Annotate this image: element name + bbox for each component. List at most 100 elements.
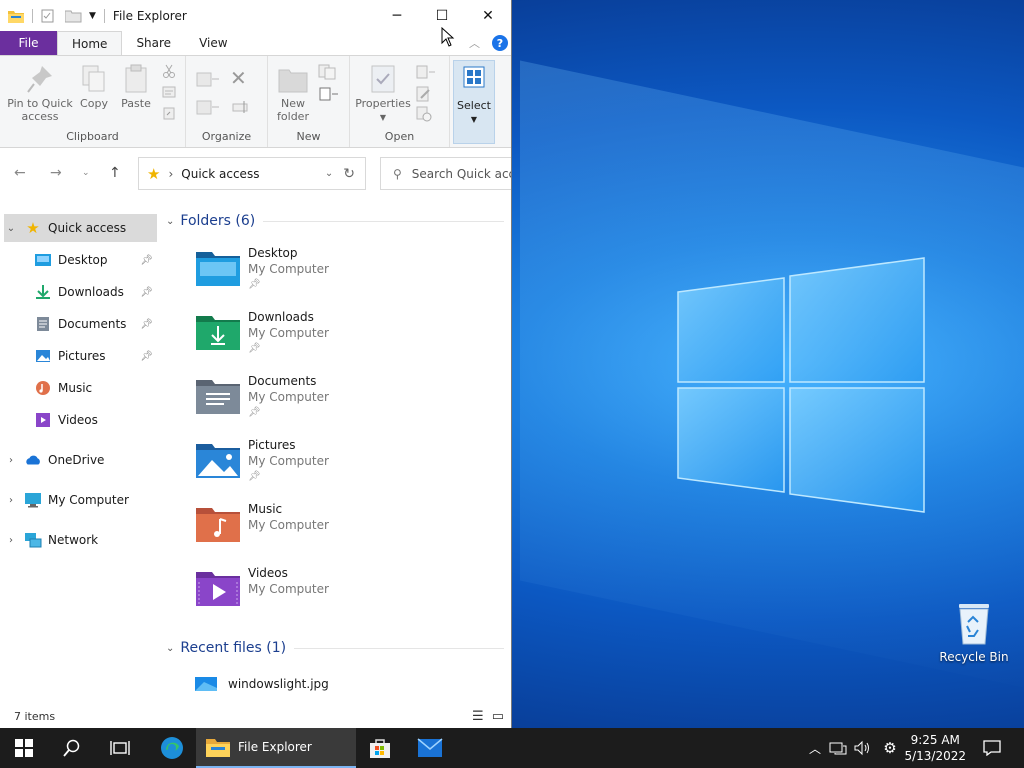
address-dropdown-chevron-icon[interactable]: ⌄ xyxy=(325,168,333,179)
volume-icon[interactable] xyxy=(850,728,874,768)
new-item-icon[interactable] xyxy=(318,64,342,80)
tab-file[interactable]: File xyxy=(0,31,57,55)
copy-label: Copy xyxy=(80,97,108,110)
sidebar-item-my-computer[interactable]: › My Computer xyxy=(4,486,157,514)
title-bar[interactable]: ▼ File Explorer ─ ☐ ✕ xyxy=(0,0,511,31)
edit-icon[interactable] xyxy=(416,86,432,102)
folders-section-header[interactable]: ⌄ Folders (6) xyxy=(166,210,504,232)
folder-tile-documents[interactable]: Documents My Computer 📌︎ xyxy=(196,374,436,430)
expand-chevron-icon[interactable]: › xyxy=(4,495,18,506)
clipboard-group-label: Clipboard xyxy=(66,130,119,143)
search-input[interactable]: Search Quick acc xyxy=(412,167,511,181)
collapse-chevron-icon[interactable]: ⌄ xyxy=(166,216,174,227)
copy-path-icon[interactable] xyxy=(162,86,176,98)
sidebar-item-documents[interactable]: Documents 📌︎ xyxy=(34,310,157,338)
new-folder-button[interactable]: New folder xyxy=(272,64,314,123)
recent-file-item[interactable]: windowslight.jpg xyxy=(194,676,329,692)
folder-tile-downloads[interactable]: Downloads My Computer 📌︎ xyxy=(196,310,436,366)
paste-button[interactable]: Paste xyxy=(118,64,154,110)
tab-view[interactable]: View xyxy=(185,31,241,55)
sidebar-item-desktop[interactable]: Desktop 📌︎ xyxy=(34,246,157,274)
delete-icon[interactable]: ✕ xyxy=(230,66,247,90)
properties-button[interactable]: Properties ▼ xyxy=(354,64,412,124)
notifications-button[interactable] xyxy=(978,728,1006,768)
microsoft-store-button[interactable] xyxy=(356,728,404,768)
settings-gear-icon[interactable]: ⚙ xyxy=(878,728,902,768)
address-bar[interactable]: ★ › Quick access ⌄ ↻ xyxy=(138,157,366,190)
new-folder-quick-icon[interactable] xyxy=(65,9,83,23)
properties-dropdown-icon: ▼ xyxy=(379,113,387,122)
back-arrow-icon[interactable]: ← xyxy=(14,165,26,181)
mail-button[interactable] xyxy=(406,728,454,768)
start-button[interactable] xyxy=(0,728,48,768)
task-view-icon xyxy=(110,741,130,755)
folder-tile-videos[interactable]: Videos My Computer xyxy=(196,566,436,622)
pin-icon[interactable]: 📌︎ xyxy=(140,319,153,330)
pin-icon[interactable]: 📌︎ xyxy=(140,255,153,266)
sidebar-item-downloads[interactable]: Downloads 📌︎ xyxy=(34,278,157,306)
folder-location: My Computer xyxy=(248,454,329,468)
folder-tile-desktop[interactable]: Desktop My Computer 📌︎ xyxy=(196,246,436,302)
refresh-icon[interactable]: ↻ xyxy=(343,166,355,182)
section-divider xyxy=(294,647,504,649)
folder-tile-music[interactable]: Music My Computer xyxy=(196,502,436,558)
sidebar-item-label: Quick access xyxy=(48,221,127,235)
properties-quick-icon[interactable] xyxy=(41,9,55,23)
details-view-icon[interactable]: ☰ xyxy=(472,709,484,724)
sidebar-item-quick-access[interactable]: ⌄ ★ Quick access xyxy=(4,214,157,242)
collapse-chevron-icon[interactable]: ⌄ xyxy=(166,643,174,654)
folder-location: My Computer xyxy=(248,262,329,276)
sidebar-item-videos[interactable]: Videos xyxy=(34,406,157,434)
sidebar-item-pictures[interactable]: Pictures 📌︎ xyxy=(34,342,157,370)
recycle-bin-shortcut[interactable]: Recycle Bin xyxy=(938,602,1010,664)
search-icon: ⚲ xyxy=(393,166,402,181)
rename-icon[interactable] xyxy=(232,100,250,114)
system-clock[interactable]: 9:25 AM 5/13/2022 xyxy=(904,732,966,764)
file-explorer-taskbar-button[interactable]: File Explorer xyxy=(196,728,356,768)
history-icon[interactable] xyxy=(416,106,432,122)
easy-access-icon[interactable] xyxy=(318,86,342,102)
network-status-icon[interactable] xyxy=(826,728,850,768)
open-icon[interactable] xyxy=(416,64,438,80)
select-button[interactable]: Select ▼ xyxy=(453,60,495,144)
up-arrow-icon[interactable]: ↑ xyxy=(109,165,121,181)
sidebar-item-network[interactable]: › Network xyxy=(4,526,157,554)
folder-name: Documents xyxy=(248,374,317,388)
task-view-button[interactable] xyxy=(96,728,144,768)
help-icon[interactable]: ? xyxy=(492,35,508,51)
tab-share[interactable]: Share xyxy=(122,31,185,55)
breadcrumb-quick-access[interactable]: Quick access xyxy=(181,167,259,181)
recent-locations-chevron-icon[interactable]: ⌄ xyxy=(82,168,90,178)
minimize-button[interactable]: ─ xyxy=(374,0,420,31)
close-button[interactable]: ✕ xyxy=(465,0,511,31)
edge-browser-button[interactable] xyxy=(148,728,196,768)
expand-chevron-icon[interactable]: › xyxy=(4,455,18,466)
show-hidden-icons-chevron-icon[interactable]: ︿ xyxy=(804,728,826,768)
folder-tile-pictures[interactable]: Pictures My Computer 📌︎ xyxy=(196,438,436,494)
file-explorer-window[interactable]: ▼ File Explorer ─ ☐ ✕ File Home Share Vi… xyxy=(0,0,512,728)
collapse-ribbon-chevron-icon[interactable]: ︿ xyxy=(469,35,480,51)
customize-toolbar-chevron-icon[interactable]: ▼ xyxy=(89,11,96,21)
copy-to-icon[interactable] xyxy=(196,98,220,116)
sidebar-item-onedrive[interactable]: › OneDrive xyxy=(4,446,157,474)
expand-chevron-icon[interactable]: ⌄ xyxy=(4,223,18,234)
cut-icon[interactable] xyxy=(162,64,176,78)
paste-shortcut-icon[interactable] xyxy=(162,106,176,120)
search-box[interactable]: ⚲ Search Quick acc xyxy=(380,157,511,190)
sidebar-item-music[interactable]: Music xyxy=(34,374,157,402)
pin-icon[interactable]: 📌︎ xyxy=(140,287,153,298)
forward-arrow-icon[interactable]: → xyxy=(50,165,62,181)
copy-button[interactable]: Copy xyxy=(78,64,110,110)
pin-to-quick-access-button[interactable]: Pin to Quick access xyxy=(6,64,74,123)
move-to-icon[interactable] xyxy=(196,70,220,88)
expand-chevron-icon[interactable]: › xyxy=(4,535,18,546)
properties-icon xyxy=(371,65,395,93)
open-group-label: Open xyxy=(384,130,415,143)
pin-icon[interactable]: 📌︎ xyxy=(140,351,153,362)
search-button[interactable] xyxy=(48,728,96,768)
clipboard-group: Pin to Quick access Copy Paste Clipboard xyxy=(0,56,186,147)
pictures-icon xyxy=(36,350,50,362)
recent-files-section-header[interactable]: ⌄ Recent files (1) xyxy=(166,637,504,659)
large-icons-view-icon[interactable]: ▭ xyxy=(492,709,504,724)
tab-home[interactable]: Home xyxy=(57,31,123,55)
